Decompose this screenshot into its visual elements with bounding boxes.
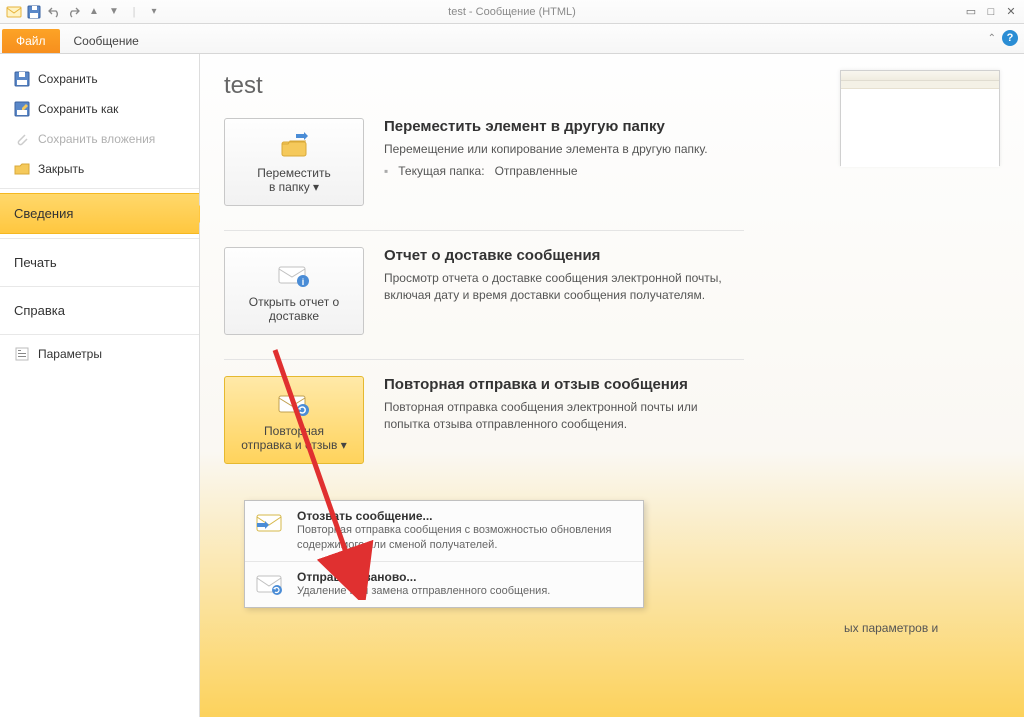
- sidebar-item-label: Параметры: [38, 347, 102, 361]
- options-icon: [14, 346, 30, 362]
- folder-close-icon: [14, 161, 30, 177]
- sidebar-help[interactable]: Справка: [0, 291, 199, 330]
- window-controls: ▭ □ ✕: [962, 5, 1020, 19]
- svg-text:i: i: [302, 277, 305, 287]
- qat-sep: |: [126, 4, 142, 20]
- dd-title: Отправить заново...: [297, 570, 550, 584]
- backstage: Сохранить Сохранить как Сохранить вложен…: [0, 54, 1024, 717]
- save-icon: [14, 71, 30, 87]
- sidebar-separator: [0, 238, 199, 239]
- sidebar-item-label: Сохранить: [38, 72, 98, 86]
- current-folder-label: Текущая папка:: [398, 164, 484, 178]
- sidebar-save[interactable]: Сохранить: [0, 64, 199, 94]
- sidebar-separator: [0, 188, 199, 189]
- attachment-icon: [14, 131, 30, 147]
- section-heading: Отчет о доставке сообщения: [384, 247, 744, 264]
- save-as-icon: [14, 101, 30, 117]
- undo-icon[interactable]: [46, 4, 62, 20]
- button-label: Переместить в папку ▾: [257, 166, 331, 194]
- quick-access-toolbar: ▲ ▼ | ▾: [0, 4, 162, 20]
- sidebar-item-label: Печать: [14, 255, 57, 270]
- sidebar: Сохранить Сохранить как Сохранить вложен…: [0, 54, 200, 717]
- button-label: Повторная отправка и отзыв ▾: [241, 424, 346, 452]
- sidebar-info[interactable]: Сведения: [0, 193, 199, 234]
- section-heading: Повторная отправка и отзыв сообщения: [384, 376, 744, 393]
- section-desc: Просмотр отчета о доставке сообщения эле…: [384, 270, 744, 305]
- sidebar-save-as[interactable]: Сохранить как: [0, 94, 199, 124]
- dd-desc: Удаление или замена отправленного сообще…: [297, 584, 550, 599]
- section-delivery-text: Отчет о доставке сообщения Просмотр отче…: [384, 247, 744, 305]
- move-folder-icon: [276, 132, 312, 160]
- prev-icon[interactable]: ▲: [86, 4, 102, 20]
- resend-recall-button[interactable]: Повторная отправка и отзыв ▾: [224, 376, 364, 464]
- sidebar-item-label: Сведения: [14, 206, 73, 221]
- section-resend: Повторная отправка и отзыв ▾ Повторная о…: [224, 376, 1000, 464]
- clipped-text-fragment: ых параметров и: [844, 621, 938, 635]
- file-tab[interactable]: Файл: [2, 29, 60, 53]
- qat-customize-icon[interactable]: ▾: [146, 4, 162, 20]
- resend-recall-dropdown: Отозвать сообщение... Повторная отправка…: [244, 500, 644, 608]
- sidebar-item-label: Сохранить как: [38, 102, 118, 116]
- minimize-button[interactable]: ▭: [962, 5, 980, 19]
- redo-icon[interactable]: [66, 4, 82, 20]
- sidebar-options[interactable]: Параметры: [0, 339, 199, 369]
- ribbon-collapse-icon[interactable]: ⌃: [988, 33, 996, 44]
- main-panel: test Переместить в папку ▾ Переместить э…: [200, 54, 1024, 717]
- dd-desc: Повторная отправка сообщения с возможнос…: [297, 523, 633, 553]
- resend-message-item[interactable]: Отправить заново... Удаление или замена …: [245, 562, 643, 607]
- sidebar-print[interactable]: Печать: [0, 243, 199, 282]
- preview-body: [841, 89, 999, 167]
- section-move-text: Переместить элемент в другую папку Перем…: [384, 118, 744, 178]
- sidebar-separator: [0, 286, 199, 287]
- preview-header: [841, 71, 999, 81]
- sidebar-save-attachments: Сохранить вложения: [0, 124, 199, 154]
- sidebar-close[interactable]: Закрыть: [0, 154, 199, 184]
- app-icon: [6, 4, 22, 20]
- section-delivery: i Открыть отчет о доставке Отчет о доста…: [224, 247, 1000, 335]
- ribbon: Файл Сообщение ⌃ ?: [0, 24, 1024, 54]
- move-to-folder-button[interactable]: Переместить в папку ▾: [224, 118, 364, 206]
- open-delivery-report-button[interactable]: i Открыть отчет о доставке: [224, 247, 364, 335]
- close-button[interactable]: ✕: [1002, 5, 1020, 19]
- help-icon[interactable]: ?: [1002, 30, 1018, 46]
- recall-message-item[interactable]: Отозвать сообщение... Повторная отправка…: [245, 501, 643, 562]
- resend-message-icon: [255, 572, 287, 596]
- sidebar-item-label: Закрыть: [38, 162, 84, 176]
- save-icon[interactable]: [26, 4, 42, 20]
- window-title: test - Сообщение (HTML): [448, 6, 576, 18]
- dd-title: Отозвать сообщение...: [297, 509, 633, 523]
- sidebar-separator: [0, 334, 199, 335]
- current-folder-line: ▪ Текущая папка: Отправленные: [384, 164, 744, 178]
- current-folder-value: Отправленные: [495, 164, 578, 178]
- section-desc: Повторная отправка сообщения электронной…: [384, 399, 744, 434]
- section-desc: Перемещение или копирование элемента в д…: [384, 141, 744, 158]
- section-heading: Переместить элемент в другую папку: [384, 118, 744, 135]
- maximize-button[interactable]: □: [982, 5, 1000, 19]
- resend-recall-icon: [276, 390, 312, 418]
- sidebar-item-label: Справка: [14, 303, 65, 318]
- message-preview: [840, 70, 1000, 166]
- message-tab[interactable]: Сообщение: [60, 29, 153, 53]
- delivery-report-icon: i: [276, 261, 312, 289]
- sidebar-item-label: Сохранить вложения: [38, 132, 155, 146]
- section-resend-text: Повторная отправка и отзыв сообщения Пов…: [384, 376, 744, 434]
- button-label: Открыть отчет о доставке: [249, 295, 339, 323]
- next-icon[interactable]: ▼: [106, 4, 122, 20]
- title-bar: ▲ ▼ | ▾ test - Сообщение (HTML) ▭ □ ✕: [0, 0, 1024, 24]
- recall-message-icon: [255, 511, 287, 535]
